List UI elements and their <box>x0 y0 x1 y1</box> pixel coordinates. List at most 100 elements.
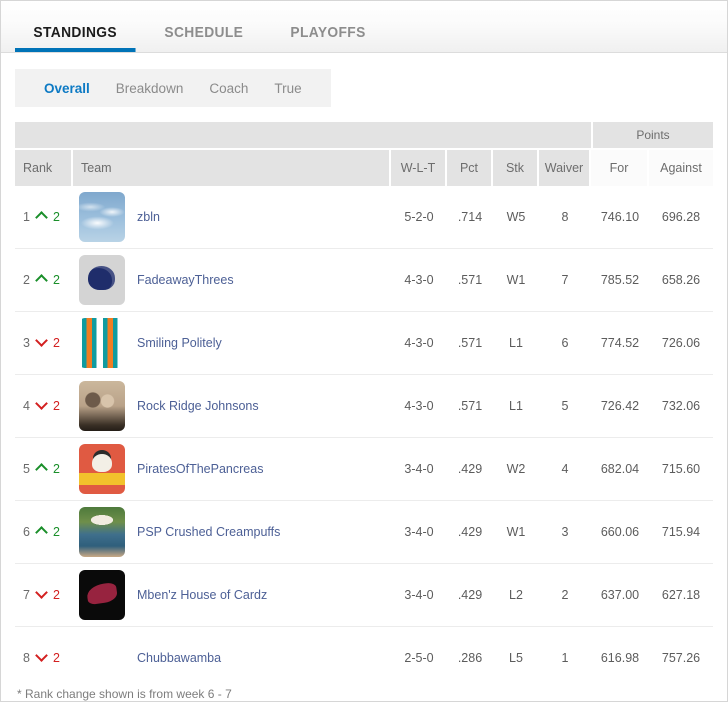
team-row-inner: Chubbawamba <box>79 633 390 673</box>
rank-change-down-icon <box>37 589 48 600</box>
rank-cell: 72 <box>15 564 73 627</box>
column-header-rank[interactable]: Rank <box>15 150 73 186</box>
cardinals-logo-avatar <box>79 570 125 620</box>
pct-cell: .571 <box>446 312 493 375</box>
subtab-overall[interactable]: Overall <box>31 81 103 96</box>
waiver-cell: 5 <box>538 375 591 438</box>
team-row-inner: PiratesOfThePancreas <box>79 444 390 494</box>
tab-standings-label: STANDINGS <box>33 24 117 41</box>
sub-tab-bar-wrap: Overall Breakdown Coach True <box>1 53 727 107</box>
streak-cell: L1 <box>492 375 539 438</box>
team-name-link[interactable]: PiratesOfThePancreas <box>137 462 263 476</box>
waiver-cell: 6 <box>538 312 591 375</box>
tab-schedule[interactable]: SCHEDULE <box>146 25 262 52</box>
subtab-true[interactable]: True <box>261 81 314 96</box>
table-row: 5 2 PiratesOfThePancreas 3-4-0.429 W2 4 682.04… <box>15 438 713 501</box>
team-cell: zbln <box>73 186 391 249</box>
rank-value: 3 <box>23 336 30 350</box>
pct-cell: .571 <box>446 249 493 312</box>
rank-change-value: 2 <box>52 588 60 602</box>
table-column-header-row: Rank Team W-L-T Pct Stk Waiver For Again… <box>15 150 713 186</box>
rank-value: 4 <box>23 399 30 413</box>
table-body: 1 2 zbln 5-2-0.714 W5 8 746.10 696.28 2 2 Fadeaway… <box>15 186 713 673</box>
pct-cell: .571 <box>446 375 493 438</box>
tab-playoffs[interactable]: PLAYOFFS <box>272 25 384 52</box>
rank-value: 5 <box>23 462 30 476</box>
rank-change-up-icon <box>37 463 48 474</box>
subtab-coach[interactable]: Coach <box>196 81 261 96</box>
table-row: 7 2 Mben'z House of Cardz 3-4-0.429 L2 2 637.0… <box>15 564 713 627</box>
column-header-streak[interactable]: Stk <box>492 150 539 186</box>
rank-value: 7 <box>23 588 30 602</box>
team-name-link[interactable]: Mben'z House of Cardz <box>137 588 267 602</box>
rank-change-value: 2 <box>52 336 60 350</box>
pct-cell: .714 <box>446 186 493 249</box>
group-spacer-record <box>390 122 447 150</box>
rank-value: 8 <box>23 651 30 665</box>
points-for-cell: 774.52 <box>590 312 649 375</box>
points-for-cell: 616.98 <box>590 627 649 673</box>
table-head: Points Rank Team W-L-T Pct Stk Waiver Fo… <box>15 122 713 186</box>
team-row-inner: zbln <box>79 192 390 242</box>
group-spacer-rank <box>15 122 73 150</box>
column-header-pct[interactable]: Pct <box>446 150 493 186</box>
streak-cell: L5 <box>492 627 539 673</box>
rank-change-value: 2 <box>52 399 60 413</box>
team-cell: FadeawayThrees <box>73 249 391 312</box>
table-row: 1 2 zbln 5-2-0.714 W5 8 746.10 696.28 <box>15 186 713 249</box>
group-spacer-team <box>73 122 391 150</box>
points-for-cell: 746.10 <box>590 186 649 249</box>
group-header-points: Points <box>590 122 713 150</box>
points-against-cell: 757.26 <box>648 627 713 673</box>
team-name-link[interactable]: Chubbawamba <box>137 651 221 665</box>
subtab-breakdown[interactable]: Breakdown <box>103 81 197 96</box>
points-against-cell: 658.26 <box>648 249 713 312</box>
waiver-cell: 8 <box>538 186 591 249</box>
team-row-inner: Mben'z House of Cardz <box>79 570 390 620</box>
table-row: 2 2 FadeawayThrees 4-3-0.571 W1 7 785.52 658.26 <box>15 249 713 312</box>
rank-cell: 32 <box>15 312 73 375</box>
waiver-cell: 3 <box>538 501 591 564</box>
points-for-cell: 682.04 <box>590 438 649 501</box>
portrait-avatar <box>79 381 125 431</box>
column-header-team[interactable]: Team <box>73 150 391 186</box>
team-name-link[interactable]: zbln <box>137 210 160 224</box>
table-row: 8 2 Chubbawamba 2-5-0.286 L5 1 616.98 757.26 <box>15 627 713 673</box>
group-spacer-waiver <box>538 122 591 150</box>
team-name-link[interactable]: FadeawayThrees <box>137 273 234 287</box>
column-header-points-for[interactable]: For <box>590 150 649 186</box>
team-name-link[interactable]: PSP Crushed Creampuffs <box>137 525 280 539</box>
record-cell: 3-4-0 <box>390 501 447 564</box>
waiver-cell: 1 <box>538 627 591 673</box>
column-header-record[interactable]: W-L-T <box>390 150 447 186</box>
column-header-waiver[interactable]: Waiver <box>538 150 591 186</box>
record-cell: 4-3-0 <box>390 312 447 375</box>
table-row: 6 2 PSP Crushed Creampuffs 3-4-0.429 W1 3 660.… <box>15 501 713 564</box>
team-cell: Mben'z House of Cardz <box>73 564 391 627</box>
team-cell: PSP Crushed Creampuffs <box>73 501 391 564</box>
rank-change-up-icon <box>37 274 48 285</box>
group-spacer-stk <box>492 122 539 150</box>
waiver-cell: 2 <box>538 564 591 627</box>
rank-cell: 52 <box>15 438 73 501</box>
points-for-cell: 785.52 <box>590 249 649 312</box>
column-header-points-against[interactable]: Against <box>648 150 713 186</box>
team-row-inner: FadeawayThrees <box>79 255 390 305</box>
record-cell: 5-2-0 <box>390 186 447 249</box>
table-group-header-row: Points <box>15 122 713 150</box>
tab-standings[interactable]: STANDINGS <box>15 24 136 52</box>
standings-page: STANDINGS SCHEDULE PLAYOFFS Overall Brea… <box>0 0 728 702</box>
streak-cell: W1 <box>492 501 539 564</box>
team-name-link[interactable]: Rock Ridge Johnsons <box>137 399 259 413</box>
team-cell: Smiling Politely <box>73 312 391 375</box>
team-cell: Rock Ridge Johnsons <box>73 375 391 438</box>
pirate-skull-avatar <box>79 444 125 494</box>
rank-value: 2 <box>23 273 30 287</box>
record-cell: 4-3-0 <box>390 375 447 438</box>
rank-cell: 22 <box>15 249 73 312</box>
team-name-link[interactable]: Smiling Politely <box>137 336 222 350</box>
streak-cell: L2 <box>492 564 539 627</box>
record-cell: 3-4-0 <box>390 438 447 501</box>
rank-cell: 42 <box>15 375 73 438</box>
record-cell: 3-4-0 <box>390 564 447 627</box>
